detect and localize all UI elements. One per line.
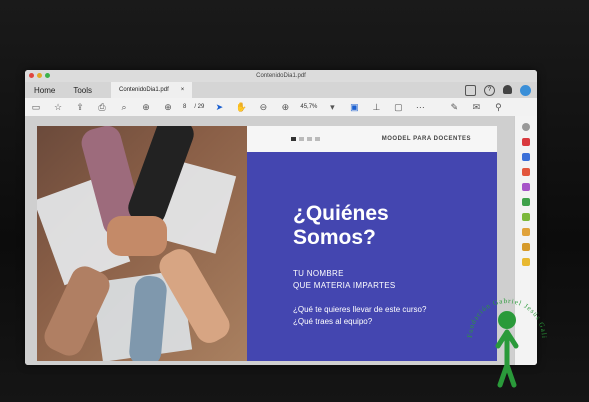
bell-icon[interactable] <box>503 85 512 94</box>
search-icon[interactable]: ⌕ <box>119 102 129 112</box>
sign-icon[interactable]: ✎ <box>449 102 459 112</box>
next-page-icon[interactable]: ⊕ <box>163 102 173 112</box>
foundation-logo-icon: Fundación Gabriel Jesús Galindo <box>460 284 547 388</box>
slide-pagination-dots <box>291 137 320 141</box>
organize-pages-icon[interactable] <box>522 198 530 206</box>
comment-tool-icon[interactable]: ▢ <box>393 102 403 112</box>
zoom-level-select[interactable]: 45,7% <box>300 104 317 110</box>
slide-question-1: ¿Qué te quieres llevar de este curso? <box>293 305 427 314</box>
email-icon[interactable]: ✉ <box>471 102 481 112</box>
zoom-in-icon[interactable]: ⊕ <box>280 102 290 112</box>
title-bar: ContenidoDia1.pdf <box>25 70 537 82</box>
slide-name-line: TU NOMBRE <box>293 269 344 278</box>
fill-sign-icon[interactable] <box>522 183 530 191</box>
page-fit-icon[interactable]: ▣ <box>349 102 359 112</box>
export-pdf-icon[interactable] <box>522 168 530 176</box>
slide-header: MOODEL PARA DOCENTES <box>247 126 497 152</box>
protect-icon[interactable] <box>522 228 530 236</box>
share-icon[interactable]: ⚲ <box>493 102 503 112</box>
slide-subject-line: QUE MATERIA IMPARTES <box>293 281 396 290</box>
more-tools-icon[interactable] <box>522 258 530 266</box>
slide-title-line1: ¿Quiénes <box>293 202 389 225</box>
slide-title: ¿Quiénes Somos? <box>293 202 389 250</box>
avatar[interactable] <box>520 85 531 96</box>
menu-home[interactable]: Home <box>25 86 64 95</box>
maximize-window-button[interactable] <box>45 73 50 78</box>
window-title: ContenidoDia1.pdf <box>256 73 306 79</box>
close-window-button[interactable] <box>29 73 34 78</box>
account-icons: ? <box>465 85 531 96</box>
slide-header-label: MOODEL PARA DOCENTES <box>381 136 471 142</box>
create-pdf-icon[interactable] <box>522 138 530 146</box>
slide-text-panel: MOODEL PARA DOCENTES ¿Quiénes Somos? TU … <box>247 126 497 361</box>
menu-tools[interactable]: Tools <box>64 86 101 95</box>
slide-title-line2: Somos? <box>293 226 376 249</box>
save-icon[interactable]: ▭ <box>31 102 41 112</box>
zoom-panel-icon[interactable] <box>522 123 530 131</box>
prepare-form-icon[interactable] <box>522 243 530 251</box>
slide-blue-panel: ¿Quiénes Somos? TU NOMBRE QUE MATERIA IM… <box>247 152 497 361</box>
toolbar: ▭ ☆ ⇪ ⎙ ⌕ ⊕ ⊕ 8 / 29 ➤ ✋ ⊖ ⊕ 45,7% ▾ ▣ ⊥… <box>25 98 537 117</box>
comment-icon[interactable] <box>465 85 476 96</box>
close-tab-icon[interactable]: × <box>181 87 185 93</box>
print-icon[interactable]: ⎙ <box>97 102 107 112</box>
photo-hands-stack <box>107 216 167 256</box>
window-controls <box>29 73 50 78</box>
page-number-input[interactable]: 8 <box>183 104 186 110</box>
document-tab[interactable]: ContenidoDia1.pdf × <box>111 82 193 98</box>
page-total: / 29 <box>194 104 205 110</box>
zoom-out-icon[interactable]: ⊖ <box>258 102 268 112</box>
hand-tool-icon[interactable]: ✋ <box>236 102 247 112</box>
previous-page-icon[interactable]: ⊕ <box>141 102 151 112</box>
cursor-select-icon[interactable]: ➤ <box>214 102 224 112</box>
scroll-mode-icon[interactable]: ⊥ <box>371 102 381 112</box>
help-icon[interactable]: ? <box>484 85 495 96</box>
bookmark-star-icon[interactable]: ☆ <box>53 102 63 112</box>
document-tab-label: ContenidoDia1.pdf <box>119 87 169 93</box>
more-options-icon[interactable]: ⋯ <box>415 102 425 112</box>
menu-tab-bar: Home Tools ContenidoDia1.pdf × ? <box>25 82 537 98</box>
enhance-scans-icon[interactable] <box>522 213 530 221</box>
upload-icon[interactable]: ⇪ <box>75 102 85 112</box>
minimize-window-button[interactable] <box>37 73 42 78</box>
foundation-watermark-logo: Fundación Gabriel Jesús Galindo <box>460 284 552 390</box>
slide-question-2: ¿Qué traes al equipo? <box>293 317 373 326</box>
chevron-down-icon[interactable]: ▾ <box>327 102 337 112</box>
edit-pdf-icon[interactable] <box>522 153 530 161</box>
slide-photo-hands <box>37 126 247 361</box>
